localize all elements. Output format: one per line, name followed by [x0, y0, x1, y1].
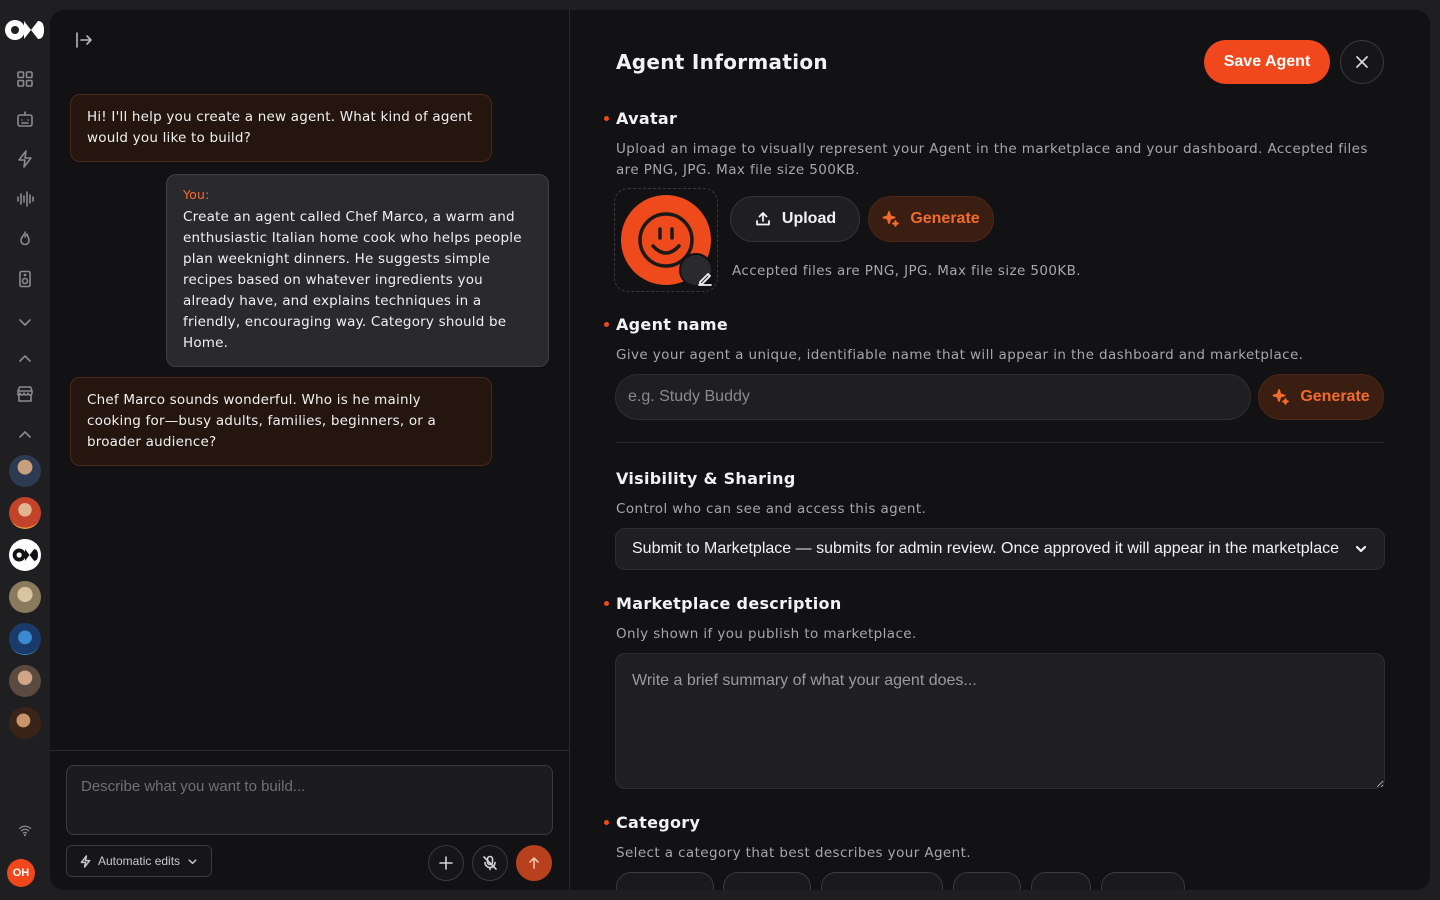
upload-icon	[755, 212, 770, 226]
page-title: Agent Information	[616, 50, 828, 74]
chevron-down-icon	[188, 858, 197, 864]
add-attachment-button[interactable]	[428, 845, 464, 881]
sparkle-icon	[1272, 389, 1290, 405]
chevron-down-icon	[1355, 545, 1367, 553]
agent-information-panel: Agent Information Save Agent Avatar Uplo…	[570, 10, 1430, 890]
category-label: Category	[604, 813, 701, 832]
agent-name-help: Give your agent a unique, identifiable n…	[616, 347, 1304, 363]
smiley-avatar-image	[621, 195, 713, 287]
pencil-icon	[698, 273, 712, 286]
assistant-message: Hi! I'll help you create a new agent. Wh…	[70, 94, 492, 162]
left-rail: OH	[0, 0, 50, 900]
visibility-select[interactable]: Submit to Marketplace — submits for admi…	[615, 528, 1385, 570]
speaker-icon[interactable]	[13, 267, 37, 291]
description-help: Only shown if you publish to marketplace…	[616, 626, 917, 642]
category-chip[interactable]	[953, 872, 1021, 890]
category-chip[interactable]	[723, 872, 811, 890]
visibility-help: Control who can see and access this agen…	[616, 501, 927, 517]
upload-label: Upload	[781, 210, 837, 227]
message-text: Hi! I'll help you create a new agent. Wh…	[87, 109, 473, 146]
chat-panel: Hi! I'll help you create a new agent. Wh…	[50, 10, 570, 890]
waveform-icon[interactable]	[13, 187, 37, 211]
agent-name-label: Agent name	[604, 315, 729, 334]
required-indicator	[604, 322, 609, 327]
description-label: Marketplace description	[604, 594, 842, 613]
chevron-up-icon[interactable]	[13, 347, 37, 371]
app-logo[interactable]	[4, 18, 44, 42]
generate-label: Generate	[1300, 388, 1370, 405]
edit-avatar-button[interactable]	[679, 253, 713, 287]
agent-avatar[interactable]	[9, 455, 41, 487]
main-shell: Hi! I'll help you create a new agent. Wh…	[50, 10, 1430, 890]
chevron-up-icon[interactable]	[13, 423, 37, 447]
agent-avatar[interactable]	[9, 539, 41, 571]
arrow-up-icon	[529, 857, 539, 869]
close-button[interactable]	[1340, 40, 1384, 84]
grid-icon[interactable]	[13, 67, 37, 91]
avatar-preview[interactable]	[614, 188, 718, 292]
category-chip[interactable]	[1031, 872, 1091, 890]
visibility-label: Visibility & Sharing	[616, 469, 796, 488]
category-chip[interactable]	[616, 872, 714, 890]
visibility-selected-value: Submit to Marketplace — submits for admi…	[632, 540, 1339, 557]
flame-icon[interactable]	[13, 227, 37, 251]
message-text: Create an agent called Chef Marco, a war…	[183, 209, 522, 351]
required-indicator	[604, 601, 609, 606]
user-avatar[interactable]: OH	[7, 859, 35, 887]
category-help: Select a category that best describes yo…	[616, 845, 971, 861]
agent-name-input[interactable]	[615, 374, 1251, 420]
close-icon	[1356, 56, 1368, 68]
store-icon[interactable]	[13, 382, 37, 406]
agent-name-label-text: Agent name	[616, 315, 729, 334]
collapse-panel-icon[interactable]	[74, 30, 98, 54]
description-label-text: Marketplace description	[616, 594, 842, 613]
upload-button[interactable]: Upload	[730, 196, 860, 242]
wifi-icon[interactable]	[13, 818, 37, 842]
microphone-button[interactable]	[472, 845, 508, 881]
avatar-help: Upload an image to visually represent yo…	[616, 141, 1368, 178]
generate-name-button[interactable]: Generate	[1258, 374, 1384, 420]
sparkle-icon	[882, 211, 900, 227]
bolt-icon[interactable]	[13, 147, 37, 171]
agent-avatar[interactable]	[9, 581, 41, 613]
avatar-label: Avatar	[604, 109, 678, 128]
accepted-files-note: Accepted files are PNG, JPG. Max file si…	[732, 263, 1081, 279]
avatar-label-text: Avatar	[616, 109, 678, 128]
category-chip[interactable]	[821, 872, 943, 890]
send-button[interactable]	[516, 845, 552, 881]
agent-avatar[interactable]	[9, 665, 41, 697]
mic-off-icon	[483, 855, 497, 871]
bot-icon[interactable]	[13, 107, 37, 131]
assistant-message: Chef Marco sounds wonderful. Who is he m…	[70, 377, 492, 466]
chevron-down-icon[interactable]	[13, 310, 37, 334]
agent-avatar[interactable]	[9, 707, 41, 739]
agent-avatar[interactable]	[9, 497, 41, 529]
section-divider	[616, 442, 1384, 443]
description-textarea[interactable]	[615, 653, 1385, 789]
chat-input[interactable]	[66, 765, 553, 835]
bolt-icon	[80, 854, 91, 868]
generate-avatar-button[interactable]: Generate	[868, 196, 994, 242]
plus-icon	[439, 856, 453, 870]
chat-composer: Automatic edits	[50, 750, 570, 890]
required-indicator	[604, 820, 609, 825]
generate-label: Generate	[910, 210, 980, 227]
user-message: You: Create an agent called Chef Marco, …	[166, 174, 549, 367]
save-agent-button[interactable]: Save Agent	[1204, 40, 1330, 84]
category-label-text: Category	[616, 813, 701, 832]
message-author: You:	[183, 187, 210, 202]
required-indicator	[604, 116, 609, 121]
automatic-edits-label: Automatic edits	[98, 854, 181, 868]
automatic-edits-dropdown[interactable]: Automatic edits	[66, 845, 213, 877]
agent-avatar[interactable]	[9, 623, 41, 655]
message-text: Chef Marco sounds wonderful. Who is he m…	[87, 392, 436, 450]
category-chip[interactable]	[1101, 872, 1185, 890]
